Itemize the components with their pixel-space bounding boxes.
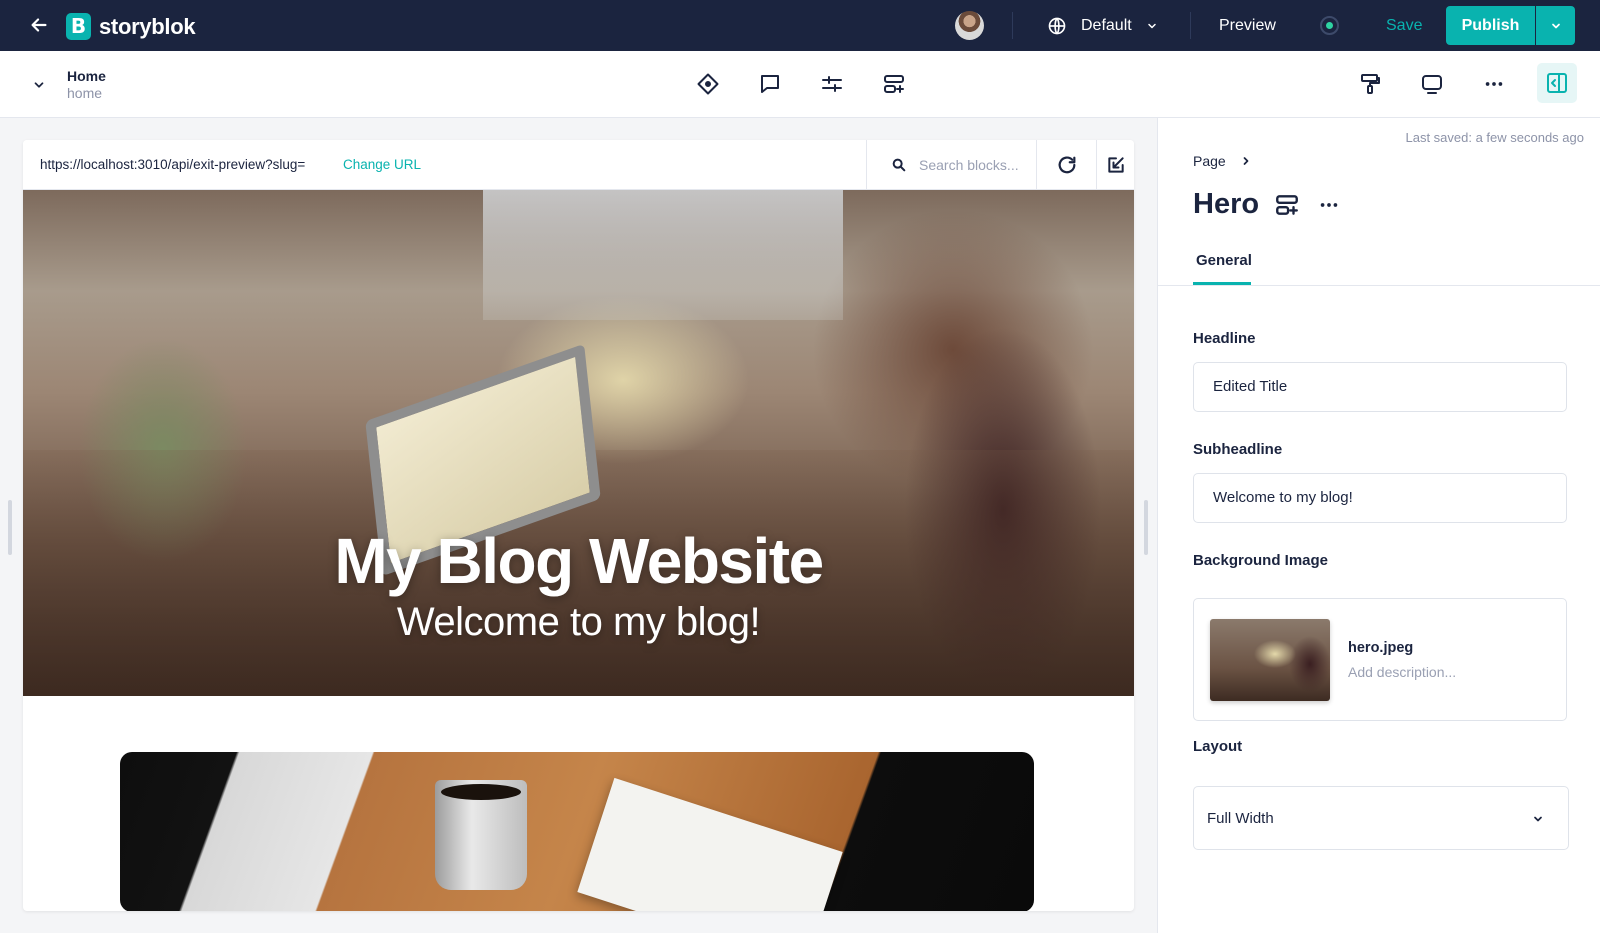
- add-block-icon: [1276, 195, 1298, 215]
- back-button[interactable]: [28, 14, 50, 36]
- preview-button[interactable]: Preview: [1219, 0, 1276, 51]
- layout-select[interactable]: Full Width: [1193, 786, 1569, 850]
- background-image-asset[interactable]: hero.jpeg Add description...: [1193, 598, 1567, 721]
- breadcrumb-page[interactable]: Page: [1193, 153, 1226, 169]
- divider: [1012, 12, 1013, 39]
- chevron-down-icon: [34, 82, 44, 88]
- editor-toolbar: Home home: [0, 51, 1600, 118]
- hero-subtitle: Welcome to my blog!: [396, 600, 761, 644]
- chevron-down-icon: [1534, 816, 1542, 822]
- more-options-button[interactable]: [1479, 69, 1509, 99]
- publish-options-button[interactable]: [1536, 6, 1575, 45]
- add-block-icon: [884, 75, 904, 93]
- coffee-mug-graphic: [435, 780, 527, 890]
- device-preview-button[interactable]: [1417, 69, 1447, 99]
- search-blocks-placeholder: Search blocks...: [919, 157, 1019, 173]
- asset-description[interactable]: Add description...: [1348, 664, 1456, 680]
- block-title: Hero: [1193, 188, 1260, 220]
- subheadline-field[interactable]: Welcome to my blog!: [1193, 473, 1567, 523]
- sidebar-toggle-icon: [1547, 73, 1567, 93]
- change-url-link[interactable]: Change URL: [343, 157, 421, 172]
- preview-url-bar: https://localhost:3010/api/exit-preview?…: [23, 140, 1134, 190]
- content-button[interactable]: [693, 69, 723, 99]
- asset-thumbnail[interactable]: [1210, 619, 1330, 701]
- tab-general[interactable]: General: [1196, 252, 1252, 269]
- visual-preview-frame: https://localhost:3010/api/exit-preview?…: [23, 140, 1134, 911]
- refresh-preview-button[interactable]: [1036, 140, 1096, 190]
- open-external-icon: [1107, 157, 1124, 173]
- search-blocks-field[interactable]: Search blocks...: [866, 140, 1036, 190]
- sliders-icon: [822, 76, 842, 92]
- diamond-icon: [697, 73, 719, 95]
- chevron-down-icon: [1147, 23, 1156, 28]
- top-bar: B storyblok Default Preview Save Publish: [0, 0, 1600, 51]
- save-button[interactable]: Save: [1386, 0, 1422, 51]
- divider: [1190, 12, 1191, 39]
- logo-mark-icon: B: [66, 13, 91, 40]
- asset-name: hero.jpeg: [1348, 640, 1414, 656]
- status-dot-icon[interactable]: [1320, 16, 1339, 35]
- sidebar-toggle-button[interactable]: [1537, 63, 1577, 103]
- open-preview-button[interactable]: [1096, 140, 1134, 190]
- settings-sliders-button[interactable]: [817, 69, 847, 99]
- more-icon: [1320, 203, 1338, 207]
- feature-image[interactable]: [120, 752, 1034, 911]
- language-selector[interactable]: Default: [1047, 0, 1158, 51]
- logo-text: storyblok: [99, 13, 196, 39]
- story-title: Home: [67, 68, 106, 84]
- block-editor-sidebar: Last saved: a few seconds ago Page Hero …: [1157, 118, 1600, 933]
- breadcrumb[interactable]: Page: [1193, 153, 1252, 169]
- search-icon: [892, 158, 906, 172]
- background-image-label: Background Image: [1193, 552, 1329, 569]
- preview-url: https://localhost:3010/api/exit-preview?…: [40, 157, 306, 172]
- notebook-graphic: [577, 777, 843, 911]
- headline-field[interactable]: Edited Title: [1193, 362, 1567, 412]
- comment-icon: [761, 75, 779, 93]
- user-avatar[interactable]: [955, 11, 984, 40]
- layout-label: Layout: [1193, 738, 1243, 755]
- tabs-divider: [1158, 285, 1600, 286]
- device-icon: [1422, 75, 1442, 94]
- story-slug: home: [67, 85, 103, 101]
- paint-roller-icon: [1361, 74, 1380, 94]
- hero-background-image: [483, 190, 843, 320]
- globe-icon: [1048, 17, 1066, 34]
- chevron-down-icon: [1551, 23, 1560, 28]
- comments-button[interactable]: [755, 69, 785, 99]
- layout-select-value: Full Width: [1207, 810, 1274, 827]
- subheadline-label: Subheadline: [1193, 441, 1283, 458]
- story-menu-toggle[interactable]: [32, 78, 46, 92]
- add-block-button[interactable]: [879, 69, 909, 99]
- last-saved-status: Last saved: a few seconds ago: [1405, 130, 1584, 145]
- storyblok-logo[interactable]: B storyblok: [66, 13, 196, 40]
- headline-label: Headline: [1193, 330, 1256, 347]
- hero-title: My Blog Website: [334, 525, 824, 597]
- refresh-icon: [1058, 156, 1075, 174]
- more-icon: [1485, 82, 1503, 86]
- left-resize-handle[interactable]: [8, 500, 12, 555]
- block-more-button[interactable]: [1318, 194, 1340, 216]
- block-type-button[interactable]: [1274, 192, 1300, 218]
- back-arrow-icon: [31, 18, 47, 32]
- publish-button[interactable]: Publish: [1446, 6, 1535, 45]
- hero-section[interactable]: My Blog Website Welcome to my blog!: [23, 190, 1134, 696]
- language-label: Default: [1081, 16, 1132, 34]
- visual-style-button[interactable]: [1355, 69, 1385, 99]
- chevron-right-icon: [1243, 157, 1249, 165]
- preview-resize-handle[interactable]: [1144, 500, 1148, 555]
